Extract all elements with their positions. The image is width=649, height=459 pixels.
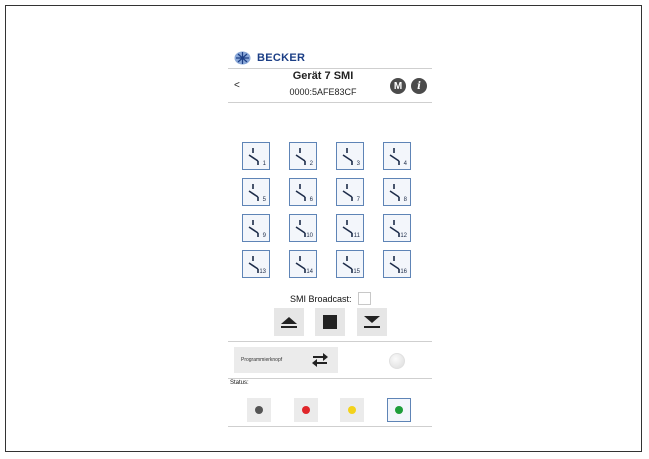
swap-arrows-icon: [312, 353, 328, 367]
up-button[interactable]: [274, 308, 304, 336]
channel-button-8[interactable]: 8: [383, 178, 411, 206]
channel-button-15[interactable]: 15: [336, 250, 364, 278]
channel-number: 16: [400, 269, 407, 275]
back-button[interactable]: <: [234, 80, 240, 91]
status-dot: [302, 406, 310, 414]
channel-button-5[interactable]: 5: [242, 178, 270, 206]
channel-number: 14: [306, 269, 313, 275]
down-button[interactable]: [357, 308, 387, 336]
channel-button-2[interactable]: 2: [289, 142, 317, 170]
channel-number: 7: [356, 197, 360, 203]
channel-button-11[interactable]: 11: [336, 214, 364, 242]
status-button-green[interactable]: [387, 398, 411, 422]
broadcast-checkbox[interactable]: [357, 292, 371, 305]
channel-button-9[interactable]: 9: [242, 214, 270, 242]
channel-button-13[interactable]: 13: [242, 250, 270, 278]
program-label: Programmierknopf: [241, 357, 283, 363]
channel-number: 8: [403, 197, 407, 203]
stop-icon: [323, 315, 337, 329]
status-dot: [395, 406, 403, 414]
bottom-divider: [228, 426, 432, 427]
status-dot: [348, 406, 356, 414]
status-label: Status:: [230, 380, 249, 386]
channel-number: 3: [356, 161, 360, 167]
status-button-yellow[interactable]: [340, 398, 364, 422]
broadcast-row: SMI Broadcast:: [290, 292, 371, 305]
channel-button-6[interactable]: 6: [289, 178, 317, 206]
channel-button-10[interactable]: 10: [289, 214, 317, 242]
status-button-grey[interactable]: [247, 398, 271, 422]
app-panel: BECKER < Gerät 7 SMI 0000:5AFE83CF M i 1…: [228, 44, 432, 427]
down-arrow-icon: [364, 316, 380, 328]
status-button-red[interactable]: [294, 398, 318, 422]
channel-number: 1: [262, 161, 266, 167]
channel-button-14[interactable]: 14: [289, 250, 317, 278]
channel-grid: 1 2 3 4 5 6 7 8 9 10 11 12 13 14 15 16: [242, 142, 432, 278]
program-button[interactable]: Programmierknopf: [234, 347, 338, 373]
channel-number: 12: [400, 233, 407, 239]
channel-number: 2: [309, 161, 313, 167]
channel-number: 13: [259, 269, 266, 275]
header-bottom-divider: [228, 102, 432, 103]
stop-button[interactable]: [315, 308, 345, 336]
header-divider: [228, 68, 432, 69]
channel-number: 4: [403, 161, 407, 167]
brand-name: BECKER: [257, 52, 306, 64]
status-led: [389, 353, 405, 369]
device-title: Gerät 7 SMI: [292, 70, 354, 82]
channel-button-4[interactable]: 4: [383, 142, 411, 170]
channel-number: 15: [353, 269, 360, 275]
channel-number: 10: [306, 233, 313, 239]
controls-divider: [228, 341, 432, 342]
menu-button[interactable]: M: [390, 78, 406, 94]
channel-number: 11: [353, 233, 360, 239]
channel-button-3[interactable]: 3: [336, 142, 364, 170]
broadcast-label: SMI Broadcast:: [290, 293, 352, 304]
status-divider: [228, 378, 432, 379]
becker-logo-icon: [234, 51, 251, 65]
channel-button-1[interactable]: 1: [242, 142, 270, 170]
channel-button-16[interactable]: 16: [383, 250, 411, 278]
up-arrow-icon: [281, 317, 297, 328]
status-dot: [255, 406, 263, 414]
brand: BECKER: [234, 50, 305, 66]
channel-button-7[interactable]: 7: [336, 178, 364, 206]
channel-number: 5: [262, 197, 266, 203]
device-address: 0000:5AFE83CF: [289, 87, 357, 97]
info-icon[interactable]: i: [411, 78, 427, 94]
channel-button-12[interactable]: 12: [383, 214, 411, 242]
channel-number: 9: [262, 233, 266, 239]
channel-number: 6: [309, 197, 313, 203]
